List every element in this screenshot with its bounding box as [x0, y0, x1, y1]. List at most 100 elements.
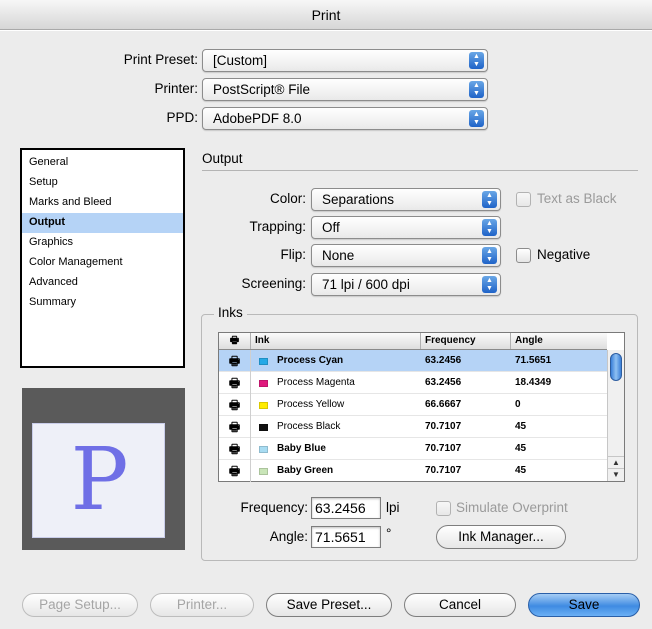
ink-frequency: 70.7107 [425, 443, 462, 454]
table-row[interactable]: 🖶 Process Magenta 63.2456 18.4349 [219, 372, 607, 394]
printer-button[interactable]: Printer... [150, 593, 254, 617]
ppd-label: PPD: [166, 110, 198, 125]
popup-arrows-icon: ▲ ▼ [482, 191, 497, 208]
ink-angle: 45 [515, 443, 527, 454]
ink-angle: 18.4349 [515, 377, 552, 388]
ink-angle: 45 [515, 421, 527, 432]
printer-icon[interactable]: 🖶 [219, 438, 251, 460]
scroll-up-arrow-icon[interactable]: ▲ [608, 456, 624, 468]
sidebar-item-color-management[interactable]: Color Management [22, 253, 183, 273]
ink-frequency: 66.6667 [425, 399, 462, 410]
sidebar-item-summary[interactable]: Summary [22, 293, 183, 313]
table-row[interactable]: 🖶 Process Cyan 63.2456 71.5651 [219, 350, 607, 372]
print-preset-value: [Custom] [213, 53, 268, 68]
scroll-thumb[interactable] [610, 353, 622, 381]
page-setup-button[interactable]: Page Setup... [22, 593, 138, 617]
save-button[interactable]: Save [528, 593, 640, 617]
ppd-popup[interactable]: AdobePDF 8.0 ▲ ▼ [202, 107, 488, 130]
popup-arrows-icon: ▲ ▼ [469, 52, 484, 69]
print-preset-label: Print Preset: [123, 52, 198, 67]
ink-name: Process Magenta [277, 377, 355, 388]
printer-icon[interactable]: 🖶 [219, 416, 251, 438]
printer-label: Printer: [154, 81, 198, 96]
ink-angle: 45 [515, 465, 527, 476]
category-list: General Setup Marks and Bleed Output Gra… [20, 148, 185, 368]
sidebar-item-output[interactable]: Output [22, 213, 183, 233]
scroll-down-arrow-icon[interactable]: ▼ [608, 468, 624, 480]
negative-checkbox[interactable] [516, 248, 531, 263]
trapping-value: Off [322, 220, 340, 235]
simulate-overprint-checkbox[interactable] [436, 501, 451, 516]
popup-arrows-icon: ▲ ▼ [482, 247, 497, 264]
table-row[interactable]: 🖶 Baby Green 70.7107 45 [219, 460, 607, 482]
screening-popup[interactable]: 71 lpi / 600 dpi ▲ ▼ [311, 273, 501, 296]
frequency-column-header[interactable]: Frequency [421, 333, 511, 349]
ink-swatch [259, 468, 268, 475]
ink-name: Baby Blue [277, 443, 326, 454]
sidebar-item-advanced[interactable]: Advanced [22, 273, 183, 293]
table-row[interactable]: 🖶 Process Yellow 66.6667 0 [219, 394, 607, 416]
screening-label: Screening: [241, 276, 306, 291]
flip-value: None [322, 248, 355, 263]
popup-arrows-icon: ▲ ▼ [469, 110, 484, 127]
ink-manager-button[interactable]: Ink Manager... [436, 525, 566, 549]
angle-label: Angle: [269, 529, 308, 544]
inks-section-title: Inks [214, 305, 247, 320]
ppd-value: AdobePDF 8.0 [213, 111, 302, 126]
angle-column-header[interactable]: Angle [511, 333, 607, 349]
color-popup[interactable]: Separations ▲ ▼ [311, 188, 501, 211]
flip-label: Flip: [280, 247, 306, 262]
window-title: Print [0, 0, 652, 30]
preview-glyph: P [70, 430, 129, 530]
sidebar-item-general[interactable]: General [22, 153, 183, 173]
printer-icon[interactable]: 🖶 [219, 350, 251, 372]
save-preset-button[interactable]: Save Preset... [266, 593, 392, 617]
screening-value: 71 lpi / 600 dpi [322, 277, 410, 292]
flip-popup[interactable]: None ▲ ▼ [311, 244, 501, 267]
printer-icon[interactable]: 🖶 [219, 460, 251, 482]
printer-icon[interactable]: 🖶 [219, 394, 251, 416]
ink-frequency: 63.2456 [425, 355, 462, 366]
popup-arrows-icon: ▲ ▼ [469, 81, 484, 98]
ink-name: Process Yellow [277, 399, 345, 410]
sidebar-item-marks-and-bleed[interactable]: Marks and Bleed [22, 193, 183, 213]
printer-popup[interactable]: PostScript® File ▲ ▼ [202, 78, 488, 101]
inks-scrollbar[interactable]: ▲ ▼ [607, 350, 624, 481]
frequency-label: Frequency: [240, 500, 308, 515]
table-row[interactable]: 🖶 Process Black 70.7107 45 [219, 416, 607, 438]
popup-arrows-icon: ▲ ▼ [482, 219, 497, 236]
sidebar-item-graphics[interactable]: Graphics [22, 233, 183, 253]
ink-column-header[interactable]: Ink [251, 333, 421, 349]
trapping-popup[interactable]: Off ▲ ▼ [311, 216, 501, 239]
printer-value: PostScript® File [213, 82, 310, 97]
ink-name: Process Cyan [277, 355, 344, 366]
text-as-black-checkbox[interactable] [516, 192, 531, 207]
angle-unit: ° [386, 526, 392, 541]
simulate-overprint-label: Simulate Overprint [456, 500, 568, 515]
text-as-black-label: Text as Black [537, 191, 617, 206]
table-row[interactable]: 🖶 Baby Blue 70.7107 45 [219, 438, 607, 460]
ink-angle: 0 [515, 399, 521, 410]
printer-icon[interactable]: 🖶 [219, 372, 251, 394]
frequency-unit: lpi [386, 500, 400, 515]
ink-frequency: 70.7107 [425, 465, 462, 476]
negative-label: Negative [537, 247, 591, 262]
ink-swatch [259, 446, 268, 453]
sidebar-item-setup[interactable]: Setup [22, 173, 183, 193]
ink-frequency: 63.2456 [425, 377, 462, 388]
ink-name: Process Black [277, 421, 341, 432]
frequency-field[interactable]: 63.2456 [311, 497, 381, 519]
inks-table-header: 🖶 Ink Frequency Angle [219, 333, 607, 350]
titlebar-divider [0, 30, 652, 31]
output-section-title: Output [202, 151, 243, 166]
ink-frequency: 70.7107 [425, 421, 462, 432]
color-label: Color: [269, 191, 306, 206]
ink-swatch [259, 358, 268, 365]
print-preset-popup[interactable]: [Custom] ▲ ▼ [202, 49, 488, 72]
ink-swatch [259, 424, 268, 431]
cancel-button[interactable]: Cancel [404, 593, 516, 617]
trapping-label: Trapping: [249, 219, 306, 234]
angle-field[interactable]: 71.5651 [311, 526, 381, 548]
ink-name: Baby Green [277, 465, 334, 476]
print-column-icon: 🖶 [219, 333, 251, 349]
